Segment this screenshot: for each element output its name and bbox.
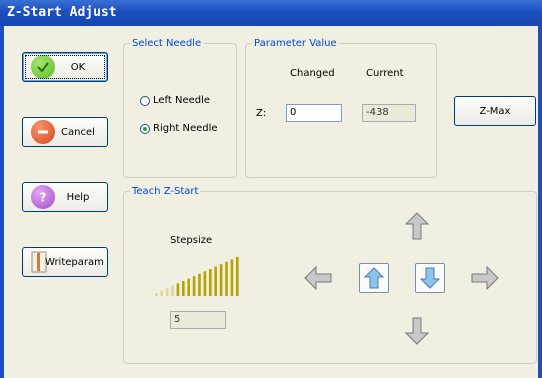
z-current-field: -438 <box>362 104 416 122</box>
stepsize-bar <box>187 278 190 296</box>
right-needle-radio[interactable]: Right Needle <box>140 123 218 134</box>
stepsize-bar <box>198 273 201 296</box>
stepsize-bar <box>219 264 223 296</box>
stepsize-bar <box>171 285 174 296</box>
arrow-down-large-icon[interactable] <box>402 316 432 346</box>
cancel-button[interactable]: Cancel <box>22 117 108 147</box>
z-changed-input[interactable]: 0 <box>286 104 342 122</box>
stepsize-bar <box>203 271 207 296</box>
stepsize-bar <box>236 257 239 296</box>
stepsize-bar-graph <box>155 257 239 296</box>
stepsize-bar <box>209 269 212 296</box>
teach-z-start-legend: Teach Z-Start <box>132 186 199 197</box>
window-title: Z-Start Adjust <box>7 5 117 20</box>
writeparam-label: Writeparam <box>45 256 104 268</box>
left-needle-radio[interactable]: Left Needle <box>140 95 210 106</box>
svg-text:?: ? <box>40 191 47 205</box>
stepsize-bar <box>225 261 228 296</box>
check-icon <box>31 55 55 79</box>
stepsize-field: 5 <box>170 311 226 329</box>
z-max-label: Z-Max <box>479 105 511 117</box>
title-bar: Z-Start Adjust <box>0 0 542 26</box>
cancel-label: Cancel <box>61 126 95 138</box>
arrow-up-small-icon[interactable] <box>359 263 389 293</box>
arrow-up-large-icon[interactable] <box>402 211 432 241</box>
window-frame-right <box>538 26 542 378</box>
arrow-right-icon[interactable] <box>470 263 500 293</box>
left-needle-label: Left Needle <box>153 95 211 106</box>
stepsize-bar <box>214 266 217 296</box>
arrow-down-small-icon[interactable] <box>415 263 445 293</box>
select-needle-legend: Select Needle <box>132 38 202 49</box>
stepsize-bar <box>230 259 234 296</box>
z-max-button[interactable]: Z-Max <box>454 96 536 126</box>
z-label: Z: <box>256 108 267 119</box>
help-button[interactable]: ? Help <box>22 182 108 212</box>
radio-on-icon <box>140 123 150 134</box>
stepsize-bar <box>155 293 158 296</box>
stepsize-bar <box>182 281 185 296</box>
right-needle-label: Right Needle <box>153 123 218 134</box>
writeparam-button[interactable]: Writeparam <box>22 247 108 277</box>
select-needle-group: Select Needle <box>123 38 237 178</box>
ok-label: OK <box>70 61 86 73</box>
changed-column-header: Changed <box>290 68 335 79</box>
parameter-value-legend: Parameter Value <box>254 38 337 49</box>
stepsize-label: Stepsize <box>170 235 213 246</box>
current-column-header: Current <box>366 68 404 79</box>
stepsize-bar <box>165 288 169 296</box>
stepsize-bar <box>160 290 163 296</box>
stepsize-bar <box>192 276 196 296</box>
stepsize-bar <box>176 283 180 296</box>
arrow-left-icon[interactable] <box>303 263 333 293</box>
question-icon: ? <box>31 185 55 209</box>
minus-icon <box>31 120 55 144</box>
help-label: Help <box>66 191 90 203</box>
ok-button[interactable]: OK <box>22 52 108 82</box>
radio-off-icon <box>140 95 150 106</box>
